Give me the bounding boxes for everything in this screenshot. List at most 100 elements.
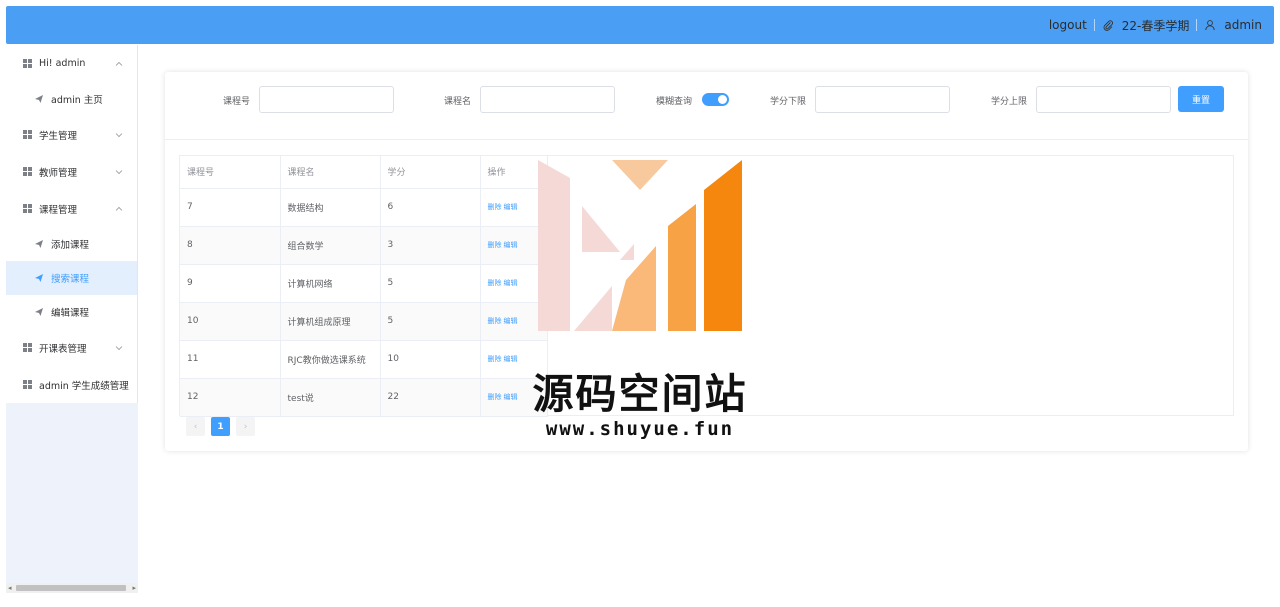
menu-item-add-course[interactable]: 添加课程: [6, 227, 137, 261]
chevron-down-icon: [115, 169, 123, 174]
edit-link[interactable]: 编辑: [504, 393, 518, 401]
username-link[interactable]: admin: [1224, 18, 1262, 32]
sidebar-horizontal-scrollbar[interactable]: ◂ ▸: [6, 583, 138, 593]
prev-page-button[interactable]: ‹: [186, 417, 205, 436]
scrollbar-thumb[interactable]: [16, 585, 126, 591]
edit-link[interactable]: 编辑: [504, 279, 518, 287]
fuzzy-search-label: 模糊查询: [656, 97, 693, 107]
sidebar: Hi! admin admin 主页 学生管理 教师管理 课程管理 添加课程 搜…: [6, 45, 138, 593]
user-icon: [1205, 20, 1216, 31]
menu-label: 开课表管理: [39, 343, 87, 355]
cell-actions: 删除 编辑: [480, 226, 548, 265]
menu-group-schedule[interactable]: 开课表管理: [6, 329, 137, 366]
cell-course-name: 组合数学: [280, 226, 381, 265]
menu-item-search-course[interactable]: 搜索课程: [6, 261, 137, 295]
chevron-up-icon: [115, 206, 123, 211]
logout-link[interactable]: logout: [1049, 18, 1087, 32]
cell-course-no: 9: [180, 264, 281, 303]
grid-icon: [23, 380, 32, 389]
header-right: logout 22-春季学期 admin: [1049, 6, 1262, 44]
cell-credit: 5: [380, 302, 481, 341]
grid-icon: [23, 343, 32, 352]
reset-button[interactable]: 重置: [1178, 86, 1224, 112]
cell-course-name: 数据结构: [280, 188, 381, 227]
delete-link[interactable]: 删除: [488, 355, 502, 363]
top-header: logout 22-春季学期 admin: [6, 6, 1274, 44]
table-row: 11 RJC教你做选课系统 10 删除 编辑: [180, 340, 548, 379]
menu-label: Hi! admin: [39, 58, 86, 69]
table-row: 8 组合数学 3 删除 编辑: [180, 226, 548, 265]
cell-course-no: 7: [180, 188, 281, 227]
watermark-url: www.shuyue.fun: [545, 418, 735, 440]
next-page-button[interactable]: ›: [236, 417, 255, 436]
header-divider: [1093, 19, 1095, 31]
delete-link[interactable]: 删除: [488, 241, 502, 249]
send-icon: [35, 308, 43, 316]
cell-course-name: RJC教你做选课系统: [280, 340, 381, 379]
menu-group-courses[interactable]: 课程管理: [6, 190, 137, 227]
delete-link[interactable]: 删除: [488, 279, 502, 287]
grid-icon: [23, 167, 32, 176]
cell-actions: 删除 编辑: [480, 302, 548, 341]
credit-max-label: 学分上限: [991, 97, 1028, 107]
column-header-course-no: 课程号: [180, 156, 281, 189]
course-table: 课程号 课程名 学分 操作 7 数据结构 6 删除 编辑 8 组合数学 3 删除…: [180, 156, 548, 417]
menu-label: 编辑课程: [51, 308, 90, 319]
cell-credit: 10: [380, 340, 481, 379]
send-icon: [35, 95, 43, 103]
edit-link[interactable]: 编辑: [504, 241, 518, 249]
cell-credit: 5: [380, 264, 481, 303]
menu-group-greeting[interactable]: Hi! admin: [6, 45, 137, 82]
search-bar: 课程号 课程名 模糊查询 学分下限 学分上限 重置: [165, 72, 1248, 140]
menu-label: 教师管理: [39, 167, 78, 179]
page-number-button[interactable]: 1: [211, 417, 230, 436]
credit-min-input[interactable]: [815, 86, 950, 113]
cell-course-no: 12: [180, 378, 281, 417]
course-no-label: 课程号: [223, 97, 251, 107]
grid-icon: [23, 130, 32, 139]
menu-group-teachers[interactable]: 教师管理: [6, 153, 137, 190]
send-icon: [35, 274, 43, 282]
credit-max-input[interactable]: [1036, 86, 1171, 113]
table-row: 12 test说 22 删除 编辑: [180, 378, 548, 417]
menu-label: 搜索课程: [51, 274, 90, 285]
delete-link[interactable]: 删除: [488, 317, 502, 325]
menu-group-students[interactable]: 学生管理: [6, 116, 137, 153]
edit-link[interactable]: 编辑: [504, 317, 518, 325]
menu-label: admin 学生成绩管理: [39, 380, 129, 392]
menu-label: 学生管理: [39, 130, 78, 142]
scroll-left-icon[interactable]: ◂: [8, 584, 12, 592]
menu-item-admin-home[interactable]: admin 主页: [6, 82, 137, 116]
app-page: logout 22-春季学期 admin Hi! admin admin 主页 …: [0, 0, 1280, 607]
chevron-up-icon: [115, 61, 123, 66]
fuzzy-search-toggle[interactable]: [702, 93, 729, 106]
cell-credit: 3: [380, 226, 481, 265]
course-name-input[interactable]: [480, 86, 615, 113]
course-name-label: 课程名: [444, 97, 472, 107]
sidebar-menu: Hi! admin admin 主页 学生管理 教师管理 课程管理 添加课程 搜…: [6, 45, 138, 403]
watermark-title: 源码空间站: [532, 370, 748, 418]
paperclip-icon: [1103, 20, 1113, 31]
delete-link[interactable]: 删除: [488, 393, 502, 401]
course-no-input[interactable]: [259, 86, 394, 113]
cell-course-name: 计算机网络: [280, 264, 381, 303]
grid-icon: [23, 204, 32, 213]
cell-course-name: test说: [280, 378, 381, 417]
credit-min-label: 学分下限: [770, 97, 807, 107]
delete-link[interactable]: 删除: [488, 203, 502, 211]
table-row: 10 计算机组成原理 5 删除 编辑: [180, 302, 548, 341]
table-header-row: 课程号 课程名 学分 操作: [180, 156, 548, 189]
header-divider: [1196, 19, 1198, 31]
menu-group-grades[interactable]: admin 学生成绩管理: [6, 366, 137, 403]
edit-link[interactable]: 编辑: [504, 355, 518, 363]
menu-item-edit-course[interactable]: 编辑课程: [6, 295, 137, 329]
cell-course-no: 10: [180, 302, 281, 341]
edit-link[interactable]: 编辑: [504, 203, 518, 211]
menu-label: 课程管理: [39, 204, 78, 216]
chevron-down-icon: [115, 345, 123, 350]
scroll-right-icon[interactable]: ▸: [132, 584, 136, 592]
semester-link[interactable]: 22-春季学期: [1122, 17, 1190, 34]
cell-course-name: 计算机组成原理: [280, 302, 381, 341]
cell-actions: 删除 编辑: [480, 264, 548, 303]
grid-icon: [23, 59, 32, 68]
